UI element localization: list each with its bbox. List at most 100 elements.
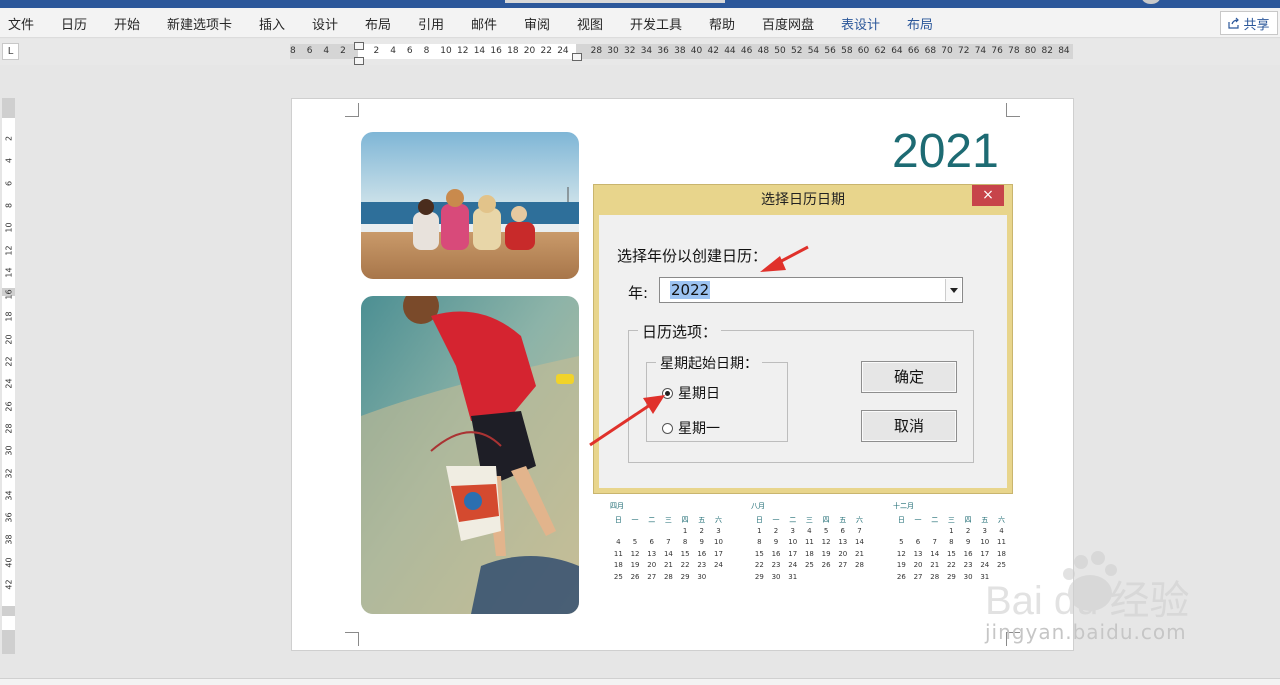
day-cell: 29: [680, 572, 690, 581]
right-indent-marker[interactable]: [572, 53, 582, 61]
tab-design[interactable]: 设计: [312, 14, 338, 33]
ruler-tick-label: 38: [4, 534, 14, 545]
weekday: 五: [981, 516, 989, 524]
tab-mailings[interactable]: 邮件: [471, 14, 497, 33]
radio-monday-label: 星期一: [678, 421, 720, 437]
horizontal-ruler[interactable]: 8 6 4 2 2 4 6 8 10 12 14 16 18 20 22 24 28 30 32 34 36 38 40 42…: [290, 44, 1073, 59]
day-cell: 8: [949, 538, 954, 546]
tab-table-design[interactable]: 表设计: [841, 14, 880, 33]
crop-mark: [345, 632, 359, 646]
tab-view[interactable]: 视图: [577, 14, 603, 33]
ruler-tick-label: 22: [540, 46, 552, 56]
day-cell: 1: [682, 526, 688, 535]
radio-sunday[interactable]: 星期日: [662, 383, 720, 403]
share-label: 共享: [1243, 17, 1270, 33]
ruler-tick-label: 12: [4, 244, 14, 256]
radio-indicator-checked[interactable]: [662, 387, 673, 399]
tab-review[interactable]: 审阅: [524, 14, 550, 33]
close-button[interactable]: ×: [972, 185, 1004, 206]
weekday: 三: [947, 516, 955, 524]
day-cell: 17: [714, 549, 723, 558]
day-cell: 14: [855, 538, 864, 546]
tab-new-tab[interactable]: 新建选项卡: [167, 14, 232, 33]
tab-file[interactable]: 文件: [8, 14, 34, 33]
year-label: 年:: [628, 284, 649, 302]
year-value[interactable]: 2022: [670, 281, 711, 299]
tab-stop-selector[interactable]: L: [2, 43, 19, 60]
close-icon: ×: [982, 187, 994, 203]
ruler-tick-label: 6: [306, 46, 313, 56]
weekday: 四: [822, 516, 830, 524]
day-cell: 5: [632, 538, 638, 546]
tab-layout[interactable]: 布局: [365, 14, 391, 33]
day-cell: 15: [680, 549, 690, 558]
day-cell: 8: [757, 538, 762, 546]
ruler-tick-label: 18: [4, 311, 14, 322]
radio-monday[interactable]: 星期一: [662, 418, 720, 438]
day-cell: [893, 527, 910, 539]
week-start-group: 星期起始日期： 星期日 星期一: [646, 353, 788, 442]
ruler-tick-label: 52: [791, 46, 803, 56]
left-indent-marker[interactable]: [354, 57, 364, 65]
tab-references[interactable]: 引用: [418, 14, 444, 33]
week-row: 22 23 24 25 26 27 28: [751, 561, 869, 573]
day-cell: 20: [647, 561, 657, 569]
tab-calendar[interactable]: 日历: [61, 14, 87, 33]
photo-kids-on-beach[interactable]: [361, 132, 579, 279]
tab-help[interactable]: 帮助: [709, 14, 735, 33]
ruler-tick-label: 58: [841, 46, 853, 56]
day-cell: 23: [697, 561, 707, 569]
ruler-tick-label: 2: [373, 46, 380, 56]
weekday: 五: [698, 516, 706, 524]
mini-calendar-april: 四月 日一二三四五六 1 2 3 4 5 6 7 8 9 10 11 12 13 14 15 16 17 18 19…: [610, 501, 728, 584]
weekday: 日: [614, 516, 622, 524]
calendar-options-legend: 日历选项：: [638, 321, 722, 342]
day-cell: 2: [699, 526, 705, 535]
year-dropdown-button[interactable]: [945, 279, 961, 301]
share-icon: [1228, 17, 1240, 29]
account-avatar[interactable]: [1142, 0, 1160, 4]
tab-baidu-netdisk[interactable]: 百度网盘: [762, 14, 814, 33]
share-button[interactable]: 共享: [1220, 11, 1278, 35]
calendar-options-group: 日历选项： 星期起始日期： 星期日 星期一 确定 取消: [628, 321, 974, 463]
crop-mark: [345, 103, 359, 117]
weekday: 五: [839, 516, 847, 524]
tab-insert[interactable]: 插入: [259, 14, 285, 33]
day-cell: 7: [666, 538, 671, 546]
day-cell: 3: [982, 526, 988, 535]
day-cell: 24: [788, 561, 798, 569]
radio-indicator[interactable]: [662, 422, 673, 434]
weekday: 三: [664, 516, 672, 524]
first-line-indent-marker[interactable]: [354, 42, 364, 50]
dialog-title[interactable]: 选择日历日期: [594, 185, 1012, 215]
day-cell: 23: [771, 561, 781, 569]
ruler-tick-label: 28: [590, 46, 603, 56]
day-cell: 20: [913, 561, 923, 569]
tab-home[interactable]: 开始: [114, 14, 140, 33]
ok-button[interactable]: 确定: [861, 361, 957, 393]
tab-developer[interactable]: 开发工具: [630, 14, 682, 33]
year-combobox[interactable]: 2022: [659, 277, 963, 303]
day-cell: 9: [699, 538, 705, 546]
watermark-logo-text: Bai du 经验: [985, 579, 1190, 623]
day-cell: [818, 573, 835, 585]
photo-boy-with-bucket[interactable]: [361, 296, 579, 614]
day-cell: 1: [757, 526, 762, 535]
day-cell: 5: [823, 526, 829, 535]
ruler-tick-label: 4: [390, 46, 396, 56]
day-cell: 28: [663, 572, 673, 581]
tab-table-layout[interactable]: 布局: [907, 14, 933, 33]
day-cell: 31: [788, 572, 798, 581]
day-cell: 13: [838, 538, 848, 546]
day-cell: 29: [754, 572, 764, 581]
cancel-button[interactable]: 取消: [861, 410, 957, 442]
ruler-tick-label: 66: [907, 46, 920, 56]
day-cell: 22: [680, 561, 690, 569]
day-cell: 30: [963, 572, 973, 581]
vertical-ruler[interactable]: 2 4 6 8 10 12 14 16 18 20 22 24 26 28 30 32 34 36 38 40 42: [2, 98, 15, 654]
ruler-tick-label: 50: [774, 46, 786, 56]
weekday-row: 日 一 二三 四 五六: [751, 515, 869, 527]
ruler-tick-label: 82: [1041, 46, 1053, 56]
ruler-tick-label: 36: [657, 46, 669, 56]
ruler-tick-label: 2: [4, 135, 14, 142]
